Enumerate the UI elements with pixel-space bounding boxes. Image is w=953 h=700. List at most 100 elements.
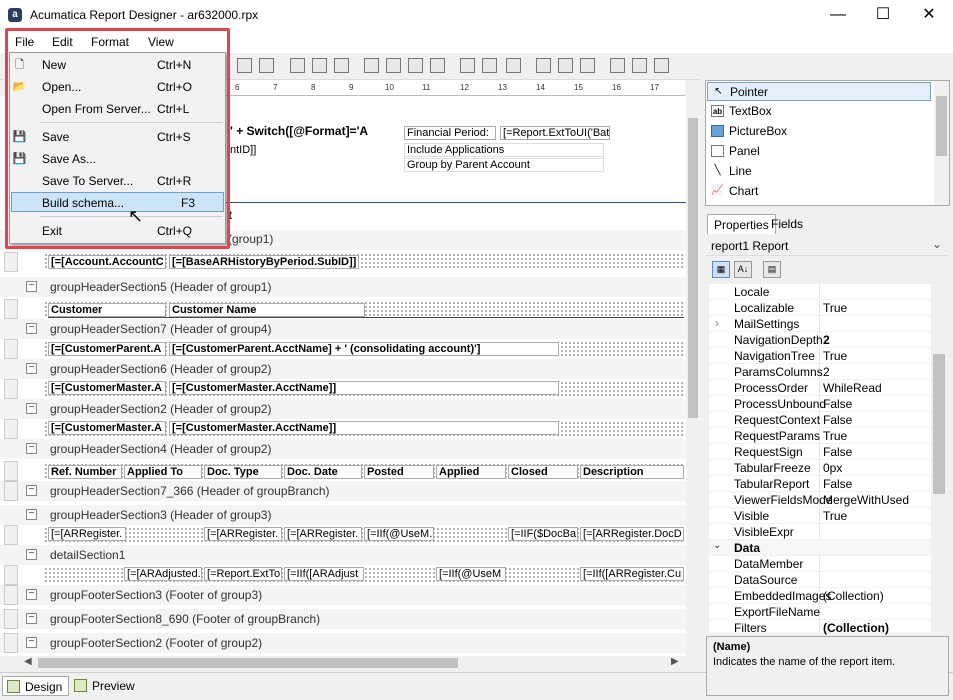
section-handle[interactable] <box>4 609 18 629</box>
field-arregister[interactable]: [=[ARRegister. <box>204 527 282 541</box>
section-handle[interactable] <box>4 299 18 319</box>
property-row[interactable]: Visible True <box>709 508 931 524</box>
property-value[interactable]: 2 <box>823 333 830 347</box>
field-account[interactable]: [=[Account.AccountC <box>48 255 166 269</box>
property-row[interactable]: RequestContext False <box>709 412 931 428</box>
property-row[interactable]: › MailSettings <box>709 316 931 332</box>
tab-design[interactable]: Design <box>2 676 70 696</box>
property-row[interactable]: RequestParams True <box>709 428 931 444</box>
align-top-icon[interactable] <box>364 58 379 73</box>
property-value[interactable]: True <box>823 349 847 363</box>
field-aradjusted[interactable]: [=[ARAdjusted. <box>124 567 202 581</box>
collapse-toggle-icon[interactable]: − <box>26 323 37 334</box>
property-value[interactable]: 0px <box>823 461 842 475</box>
field-customer-master-name[interactable]: [=[CustomerMaster.AcctName]] <box>169 421 559 435</box>
property-row[interactable]: NavigationDepth 2 <box>709 332 931 348</box>
field-arregister[interactable]: [=[ARRegister. <box>284 527 362 541</box>
toolbox-scroll-thumb[interactable] <box>936 96 947 156</box>
col-ref-number[interactable]: Ref. Number <box>48 465 122 479</box>
design-horizontal-scroll-thumb[interactable] <box>38 658 458 668</box>
scroll-left-icon[interactable]: ◀ <box>24 656 32 667</box>
property-row[interactable]: ProcessOrder WhileRead <box>709 380 931 396</box>
collapse-toggle-icon[interactable]: − <box>26 485 37 496</box>
collapse-toggle-icon[interactable]: − <box>26 589 37 600</box>
property-value[interactable]: False <box>823 413 852 427</box>
collapse-toggle-icon[interactable]: − <box>26 363 37 374</box>
minimize-button[interactable]: — <box>815 0 861 31</box>
collapse-toggle-icon[interactable]: − <box>26 613 37 624</box>
col-applied[interactable]: Applied <box>436 465 506 479</box>
property-row[interactable]: VisibleExpr <box>709 524 931 540</box>
expand-icon[interactable]: › <box>715 316 719 330</box>
header-account-field[interactable]: ntID]] <box>230 144 256 156</box>
financial-period-field[interactable]: [=Report.ExtToUI('Bat <box>500 126 610 140</box>
property-grid-scroll-thumb[interactable] <box>933 354 945 494</box>
h-spacing-icon[interactable] <box>536 58 551 73</box>
align-left-icon[interactable] <box>290 58 305 73</box>
tool-textbox[interactable]: ab TextBox <box>707 102 931 121</box>
property-value[interactable]: False <box>823 477 852 491</box>
field-customer-parent[interactable]: [=[CustomerParent.A <box>48 342 166 356</box>
tool-pointer[interactable]: ↖ Pointer <box>707 82 931 101</box>
field-customer-parent-name[interactable]: [=[CustomerParent.AcctName] + ' (consoli… <box>169 342 559 356</box>
field-iif-aradjust[interactable]: [=IIf([ARAdjust <box>284 567 364 581</box>
property-value[interactable]: False <box>823 397 852 411</box>
same-height-icon[interactable] <box>482 58 497 73</box>
property-pages-icon[interactable]: ▤ <box>763 261 781 278</box>
property-value[interactable]: MergeWithUsed <box>823 493 909 507</box>
property-row[interactable]: ProcessUnbound False <box>709 396 931 412</box>
collapse-toggle-icon[interactable]: − <box>26 403 37 414</box>
property-value[interactable]: (Collection) <box>823 589 884 603</box>
property-value[interactable]: False <box>823 445 852 459</box>
field-arregister-docd[interactable]: [=[ARRegister.DocD <box>580 527 684 541</box>
field-arregister[interactable]: [=[ARRegister. <box>48 527 126 541</box>
property-value[interactable]: True <box>823 301 847 315</box>
h-spacing-dec-icon[interactable] <box>580 58 595 73</box>
field-customer-master[interactable]: [=[CustomerMaster.A <box>48 421 166 435</box>
collapse-category-icon[interactable]: ⌄ <box>713 540 721 551</box>
collapse-toggle-icon[interactable]: − <box>26 443 37 454</box>
field-customer-master[interactable]: [=[CustomerMaster.A <box>48 381 166 395</box>
v-spacing-dec-icon[interactable] <box>654 58 669 73</box>
same-width-icon[interactable] <box>460 58 475 73</box>
include-applications-label[interactable]: Include Applications <box>404 143 604 157</box>
col-closed[interactable]: Closed <box>508 465 578 479</box>
property-row[interactable]: ⌄ Data <box>709 540 931 556</box>
property-row[interactable]: RequestSign False <box>709 444 931 460</box>
tool-panel[interactable]: Panel <box>707 142 931 161</box>
align-icon[interactable] <box>259 58 274 73</box>
collapse-toggle-icon[interactable]: − <box>26 637 37 648</box>
property-row[interactable]: EmbeddedImages (Collection) <box>709 588 931 604</box>
financial-period-label[interactable]: Financial Period: <box>404 126 496 140</box>
same-size-icon[interactable] <box>506 58 521 73</box>
align-right-icon[interactable] <box>334 58 349 73</box>
field-iif-arregister-cu[interactable]: [=IIf([ARRegister.Cu <box>580 567 684 581</box>
property-row[interactable]: NavigationTree True <box>709 348 931 364</box>
field-report-extto[interactable]: [=Report.ExtTo <box>204 567 282 581</box>
property-row[interactable]: DataSource <box>709 572 931 588</box>
property-value[interactable]: WhileRead <box>823 381 882 395</box>
tool-line[interactable]: ╲ Line <box>707 162 931 181</box>
property-row[interactable]: ViewerFieldsMode MergeWithUsed <box>709 492 931 508</box>
tool-chart[interactable]: 📈 Chart <box>707 182 931 201</box>
property-row[interactable]: ExportFileName <box>709 604 931 620</box>
section-handle[interactable] <box>4 339 18 359</box>
align-icon[interactable] <box>237 58 252 73</box>
col-doc-type[interactable]: Doc. Type <box>204 465 282 479</box>
property-value[interactable]: 2 <box>823 365 830 379</box>
collapse-toggle-icon[interactable]: − <box>26 509 37 520</box>
group-by-parent-label[interactable]: Group by Parent Account <box>404 158 604 172</box>
property-row[interactable]: TabularReport False <box>709 476 931 492</box>
property-row[interactable]: DataMember <box>709 556 931 572</box>
tool-picturebox[interactable]: PictureBox <box>707 122 931 141</box>
align-middle-icon[interactable] <box>386 58 401 73</box>
design-vertical-scroll-thumb[interactable] <box>688 118 698 418</box>
collapse-toggle-icon[interactable]: − <box>26 549 37 560</box>
property-value[interactable]: True <box>823 429 847 443</box>
col-doc-date[interactable]: Doc. Date <box>284 465 362 479</box>
tab-preview[interactable]: Preview <box>70 676 141 696</box>
maximize-button[interactable]: ☐ <box>860 0 906 31</box>
section-handle[interactable] <box>4 585 18 605</box>
field-customer-name-label[interactable]: Customer Name <box>169 303 365 317</box>
chevron-down-icon[interactable]: ⌄ <box>932 237 942 251</box>
